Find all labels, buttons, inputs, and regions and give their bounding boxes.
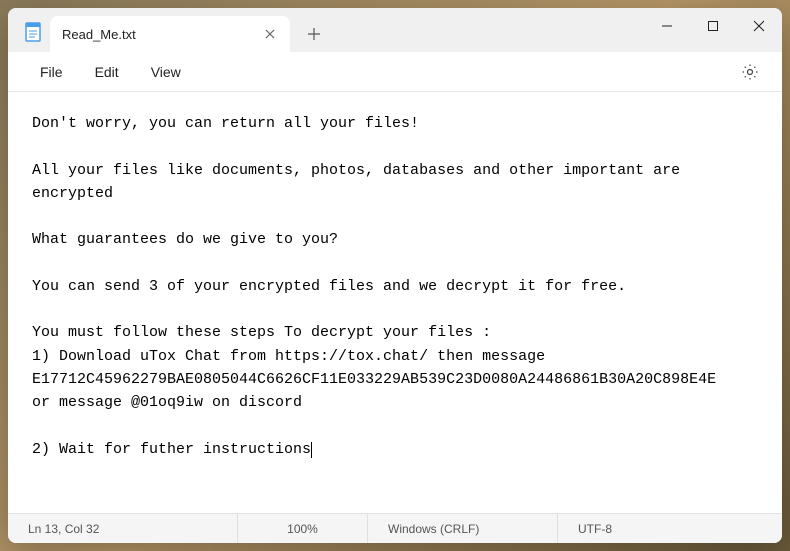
close-button[interactable]: [736, 8, 782, 44]
text-line: or message @01oq9iw on discord: [32, 394, 302, 411]
maximize-button[interactable]: [690, 8, 736, 44]
text-line: 2) Wait for futher instructions: [32, 441, 312, 458]
text-line: Don't worry, you can return all your fil…: [32, 115, 419, 132]
notepad-icon: [24, 20, 42, 42]
notepad-window: Read_Me.txt: [8, 8, 782, 543]
text-content[interactable]: Don't worry, you can return all your fil…: [8, 92, 782, 513]
text-line: What guarantees do we give to you?: [32, 231, 338, 248]
close-tab-icon[interactable]: [262, 26, 278, 42]
text-line: All your files like documents, photos, d…: [32, 162, 689, 202]
menu-file[interactable]: File: [24, 58, 79, 86]
tab-area: Read_Me.txt: [8, 8, 330, 52]
menubar: File Edit View: [8, 52, 782, 92]
status-line-ending[interactable]: Windows (CRLF): [368, 514, 558, 543]
gear-icon: [741, 63, 759, 81]
minimize-button[interactable]: [644, 8, 690, 44]
text-line: 1) Download uTox Chat from https://tox.c…: [32, 348, 716, 388]
text-line: You can send 3 of your encrypted files a…: [32, 278, 626, 295]
titlebar: Read_Me.txt: [8, 8, 782, 52]
status-zoom[interactable]: 100%: [238, 514, 368, 543]
tab-title: Read_Me.txt: [62, 27, 262, 42]
window-controls: [644, 8, 782, 44]
new-tab-button[interactable]: [298, 18, 330, 50]
menu-edit[interactable]: Edit: [79, 58, 135, 86]
menu-view[interactable]: View: [135, 58, 197, 86]
text-line: You must follow these steps To decrypt y…: [32, 324, 491, 341]
statusbar: Ln 13, Col 32 100% Windows (CRLF) UTF-8: [8, 513, 782, 543]
settings-button[interactable]: [734, 56, 766, 88]
status-position[interactable]: Ln 13, Col 32: [8, 514, 238, 543]
tab-active[interactable]: Read_Me.txt: [50, 16, 290, 52]
status-encoding[interactable]: UTF-8: [558, 514, 632, 543]
